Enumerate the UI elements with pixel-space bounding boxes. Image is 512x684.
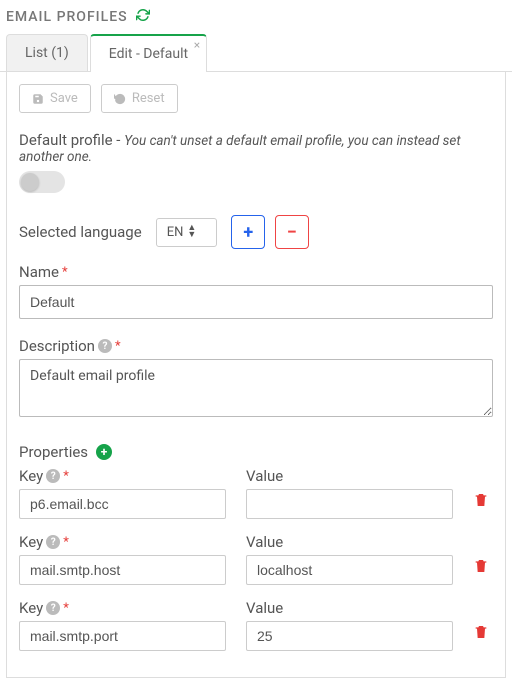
save-label: Save (50, 91, 78, 106)
reset-label: Reset (132, 91, 165, 106)
property-value-input[interactable] (246, 621, 453, 651)
tabs: List (1) Edit - Default × (0, 34, 512, 72)
delete-property-button[interactable] (473, 623, 493, 651)
delete-property-button[interactable] (473, 491, 493, 519)
properties-header: Properties + (19, 443, 493, 461)
property-row: Key ? * Value (19, 533, 493, 585)
name-field: Name * (19, 263, 493, 319)
caret-updown-icon: ▲▼ (187, 225, 196, 239)
page-title: EMAIL PROFILES (0, 0, 512, 34)
help-icon[interactable]: ? (46, 535, 60, 549)
property-key-input[interactable] (19, 555, 226, 585)
help-icon[interactable]: ? (98, 339, 112, 353)
language-selected: EN (167, 225, 184, 240)
property-row: Key ? * Value (19, 599, 493, 651)
property-key-input[interactable] (19, 621, 226, 651)
name-label: Name (19, 263, 59, 281)
required-icon: * (115, 339, 121, 354)
required-icon: * (63, 469, 69, 484)
default-profile-line: Default profile - You can't unset a defa… (19, 131, 493, 165)
remove-language-button[interactable]: − (275, 215, 309, 249)
language-row: Selected language EN ▲▼ + − (19, 215, 493, 249)
property-row: Key ? * Value (19, 467, 493, 519)
language-label: Selected language (19, 223, 142, 241)
property-key-col: Key ? * (19, 467, 226, 519)
property-value-label: Value (246, 599, 283, 617)
property-key-col: Key ? * (19, 533, 226, 585)
default-profile-label: Default profile - (19, 131, 124, 149)
toggle-knob (21, 173, 39, 191)
required-icon: * (62, 265, 68, 280)
tab-edit-label: Edit - Default (109, 46, 188, 62)
default-profile-toggle[interactable] (19, 171, 65, 193)
required-icon: * (63, 535, 69, 550)
description-label: Description (19, 337, 95, 355)
refresh-icon[interactable] (136, 8, 150, 26)
tab-list[interactable]: List (1) (6, 34, 88, 71)
tab-edit[interactable]: Edit - Default × (90, 34, 207, 72)
property-key-label: Key (19, 467, 43, 485)
properties-list: Key ? * Value Key ? * Value (19, 467, 493, 651)
close-icon[interactable]: × (194, 38, 200, 52)
name-input[interactable] (19, 285, 493, 319)
property-value-col: Value (246, 533, 453, 585)
property-value-label: Value (246, 533, 283, 551)
toolbar: Save Reset (19, 84, 493, 113)
property-value-label: Value (246, 467, 283, 485)
description-field: Description ? * (19, 337, 493, 421)
add-language-button[interactable]: + (231, 215, 265, 249)
edit-panel: Save Reset Default profile - You can't u… (6, 72, 506, 678)
language-select[interactable]: EN ▲▼ (156, 218, 218, 247)
reset-button[interactable]: Reset (101, 84, 178, 113)
delete-property-button[interactable] (473, 557, 493, 585)
property-key-col: Key ? * (19, 599, 226, 651)
property-key-input[interactable] (19, 489, 226, 519)
add-property-button[interactable]: + (96, 444, 112, 460)
property-key-label: Key (19, 599, 43, 617)
property-key-label: Key (19, 533, 43, 551)
property-value-col: Value (246, 599, 453, 651)
tab-list-label: List (1) (25, 45, 69, 61)
page-title-text: EMAIL PROFILES (6, 9, 128, 25)
help-icon[interactable]: ? (46, 601, 60, 615)
required-icon: * (63, 601, 69, 616)
help-icon[interactable]: ? (46, 469, 60, 483)
description-input[interactable] (19, 359, 493, 417)
property-value-col: Value (246, 467, 453, 519)
save-button[interactable]: Save (19, 84, 91, 113)
properties-label: Properties (19, 443, 88, 461)
property-value-input[interactable] (246, 489, 453, 519)
property-value-input[interactable] (246, 555, 453, 585)
